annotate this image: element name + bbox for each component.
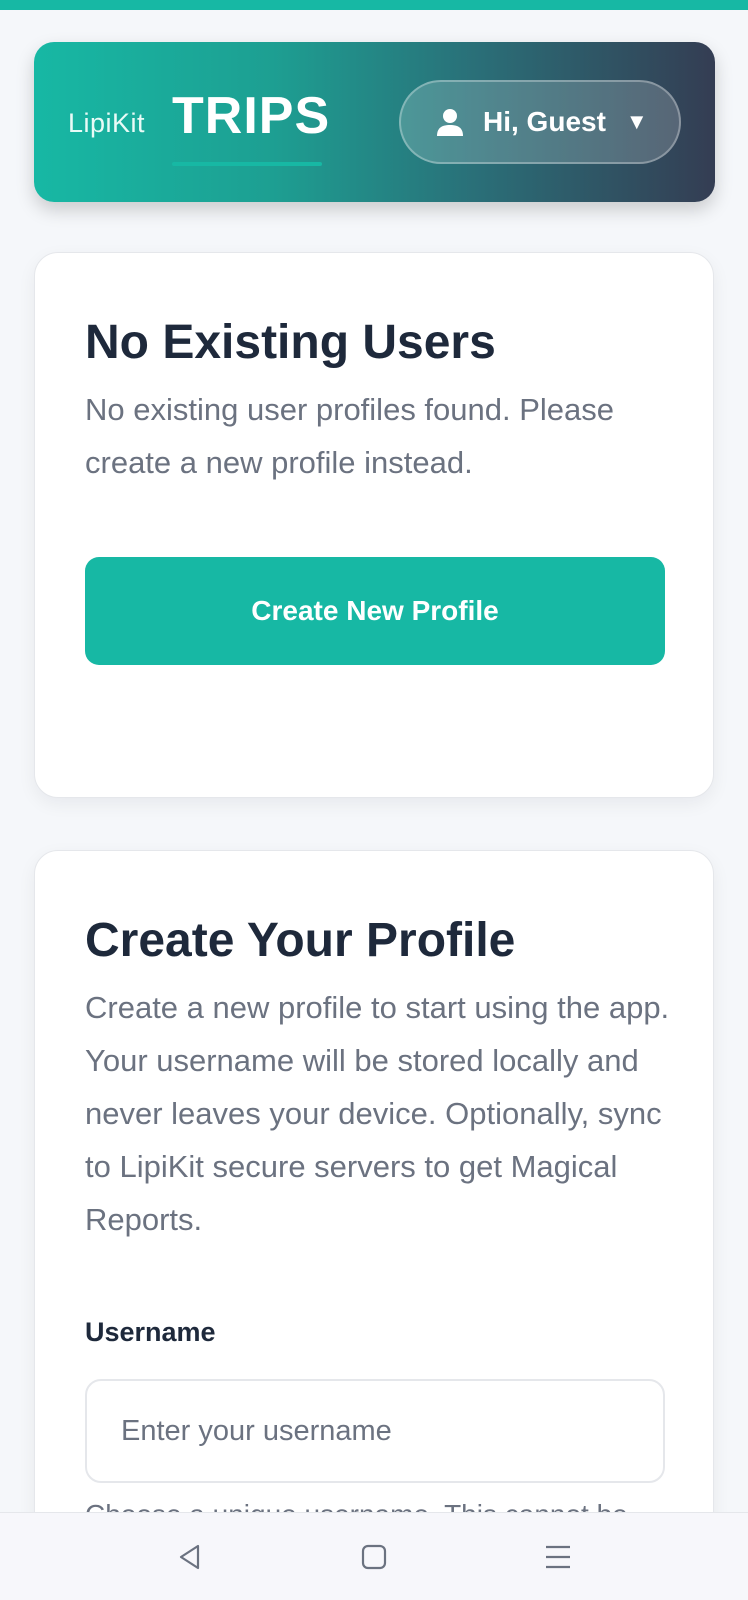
create-new-profile-button[interactable]: Create New Profile xyxy=(85,557,665,665)
app-header: LipiKit TRIPS Hi, Guest ▼ xyxy=(34,42,715,202)
create-profile-title: Create Your Profile xyxy=(85,914,516,967)
menu-lines-icon[interactable] xyxy=(542,1541,574,1573)
home-square-icon[interactable] xyxy=(358,1541,390,1573)
create-profile-description: Create a new profile to start using the … xyxy=(85,990,670,1237)
chevron-down-icon: ▼ xyxy=(625,109,648,134)
user-icon xyxy=(435,107,465,137)
user-greeting: Hi, Guest xyxy=(483,106,606,137)
no-users-description: No existing user profiles found. Please … xyxy=(85,392,615,480)
status-accent-bar xyxy=(0,0,748,10)
create-profile-card: Create Your Profile Create a new profile… xyxy=(34,850,714,1570)
back-triangle-icon[interactable] xyxy=(174,1541,206,1573)
no-users-title: No Existing Users xyxy=(85,316,496,369)
brand-name-small: LipiKit xyxy=(68,108,146,138)
username-input[interactable] xyxy=(85,1379,665,1483)
system-navigation-bar xyxy=(0,1512,748,1600)
username-label: Username xyxy=(85,1317,216,1347)
brand-underline xyxy=(172,162,322,166)
no-users-card: No Existing Users No existing user profi… xyxy=(34,252,714,798)
user-menu-button[interactable]: Hi, Guest ▼ xyxy=(399,80,681,164)
brand-name-title: TRIPS xyxy=(172,87,331,145)
